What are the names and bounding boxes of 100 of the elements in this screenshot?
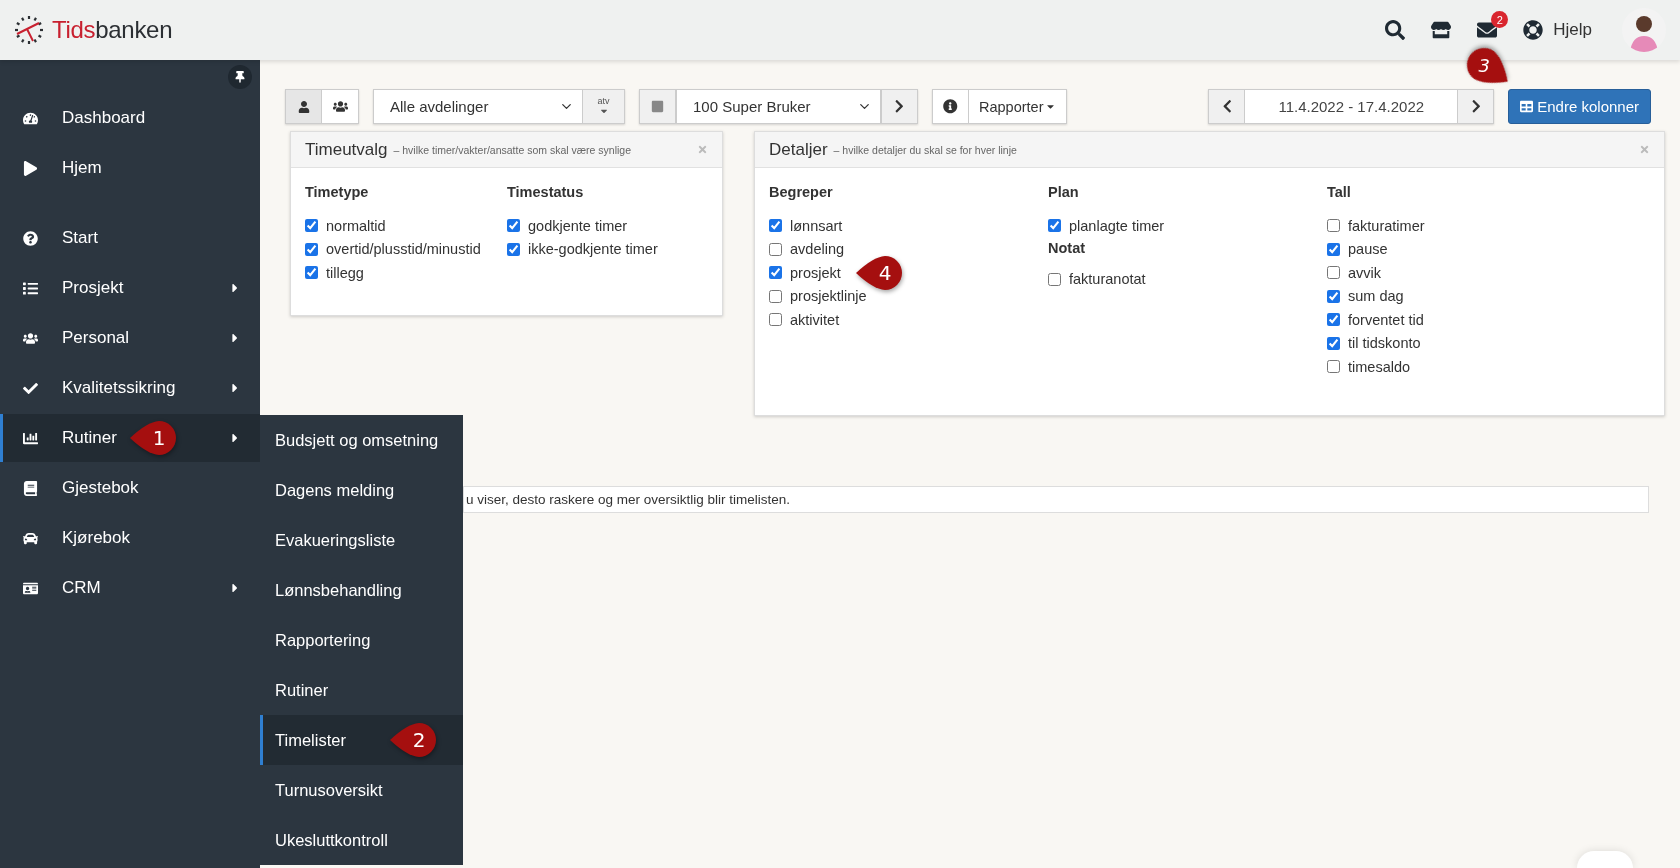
- submenu-item[interactable]: Ukesluttkontroll: [260, 815, 463, 865]
- checkbox-label: lønnsart: [790, 217, 843, 234]
- checkbox[interactable]: [305, 242, 318, 256]
- sidebar-item[interactable]: CRM: [0, 564, 260, 612]
- next-user-button[interactable]: [881, 89, 918, 124]
- lifebuoy-icon: [1523, 20, 1544, 40]
- sidebar-item[interactable]: Hjem: [0, 144, 260, 192]
- sidebar-item[interactable]: Gjestebok: [0, 464, 260, 512]
- clock-logo-icon: [14, 15, 44, 45]
- checkbox-label: ikke-godkjente timer: [528, 241, 658, 258]
- panel-subtitle: – hvilke timer/vakter/ansatte som skal være synlige: [393, 143, 632, 156]
- users-icon: [332, 99, 348, 114]
- sidebar-item[interactable]: Personal: [0, 314, 260, 362]
- checkbox[interactable]: [769, 242, 782, 256]
- sidebar-item[interactable]: Kvalitetssikring: [0, 364, 260, 412]
- id-card-icon: [20, 580, 40, 596]
- sidebar-item[interactable]: Rutiner 1: [0, 414, 260, 462]
- search-icon[interactable]: [1385, 20, 1406, 40]
- checkbox-label: planlagte timer: [1069, 217, 1165, 234]
- submenu-item[interactable]: Rapportering: [260, 615, 463, 665]
- group-heading: Begreper: [769, 184, 834, 200]
- panel-title: Timeutvalg: [305, 139, 388, 160]
- department-dropdown[interactable]: Alle avdelinger: [373, 89, 583, 124]
- checkbox[interactable]: [1327, 266, 1340, 280]
- notification-badge: 2: [1491, 11, 1509, 28]
- submenu-item[interactable]: Evakueringsliste: [260, 515, 463, 565]
- table-icon: [1520, 100, 1534, 113]
- checkbox-label: sum dag: [1348, 288, 1404, 305]
- question-icon: [20, 230, 40, 246]
- submenu-item[interactable]: Lønnsbehandling: [260, 565, 463, 615]
- sidebar-item[interactable]: Start: [0, 214, 260, 262]
- checkbox-label: pause: [1348, 241, 1388, 258]
- panel-subtitle: – hvilke detaljer du skal se for hver linje: [833, 143, 1017, 156]
- group-heading: Timetype: [305, 184, 370, 200]
- group-toggle[interactable]: [322, 89, 359, 124]
- square-button[interactable]: [639, 89, 676, 124]
- checkbox-label: tillegg: [326, 264, 364, 281]
- help-link[interactable]: Hjelp: [1523, 20, 1592, 40]
- checkbox[interactable]: [769, 219, 782, 233]
- user-icon: [297, 100, 310, 113]
- logo-text: Tidsbanken: [52, 16, 173, 44]
- date-range: 11.4.2022 - 17.4.2022: [1245, 89, 1458, 124]
- sidebar-item[interactable]: Prosjekt: [0, 264, 260, 312]
- checkbox-label: prosjekt: [790, 264, 841, 281]
- info-button[interactable]: [932, 89, 969, 124]
- checkbox[interactable]: [1327, 289, 1340, 303]
- users-icon: [20, 330, 40, 346]
- info-text: u viser, desto raskere og mer oversiktlig blir timelisten.: [463, 486, 1649, 513]
- submenu-item[interactable]: Budsjett og omsetning: [260, 415, 463, 465]
- submenu-item[interactable]: Timelister 2: [260, 715, 463, 765]
- checkbox-label: til tidskonto: [1348, 335, 1421, 352]
- checkbox[interactable]: [769, 289, 782, 303]
- sidebar-item[interactable]: Dashboard: [0, 94, 260, 142]
- checkbox[interactable]: [1327, 336, 1340, 350]
- submenu-item[interactable]: Dagens melding: [260, 465, 463, 515]
- checkbox[interactable]: [1327, 242, 1340, 256]
- checkbox-label: aktivitet: [790, 311, 840, 328]
- checkbox-label: fakturanotat: [1069, 271, 1146, 288]
- group-heading: Timestatus: [507, 184, 585, 200]
- pin-icon: [234, 71, 246, 83]
- checkbox-label: fakturatimer: [1348, 217, 1425, 234]
- checkbox-label: avdeling: [790, 241, 844, 258]
- checkbox-label: forventet tid: [1348, 311, 1424, 328]
- checkbox[interactable]: [1327, 313, 1340, 327]
- pin-button[interactable]: [228, 65, 252, 89]
- change-columns-button[interactable]: Endre kolonner: [1508, 89, 1651, 124]
- next-week-button[interactable]: [1457, 89, 1495, 124]
- checkbox[interactable]: [1048, 272, 1061, 286]
- single-user-toggle[interactable]: [285, 89, 322, 124]
- checkbox[interactable]: [507, 219, 520, 233]
- checkbox-label: prosjektlinje: [790, 288, 867, 305]
- reports-dropdown[interactable]: Rapporter: [969, 89, 1068, 124]
- checkbox[interactable]: [305, 219, 318, 233]
- previous-week-button[interactable]: [1208, 89, 1246, 124]
- bar-chart-icon: [20, 430, 40, 446]
- checkbox[interactable]: [1327, 360, 1340, 374]
- dashboard-icon: [20, 110, 40, 126]
- group-heading: Notat: [1048, 239, 1087, 256]
- store-icon[interactable]: [1431, 20, 1452, 40]
- mail-icon[interactable]: [1477, 20, 1498, 40]
- panel-title: Detaljer: [769, 139, 828, 160]
- checkbox-label: godkjente timer: [528, 217, 628, 234]
- checkbox-label: overtid/plusstid/minustid: [326, 241, 481, 258]
- checkbox[interactable]: [507, 242, 520, 256]
- user-dropdown[interactable]: 100 Super Bruker: [676, 89, 881, 124]
- group-heading: Tall: [1327, 184, 1352, 200]
- sidebar-item[interactable]: Kjørebok: [0, 514, 260, 562]
- checkbox-label: avvik: [1348, 264, 1382, 281]
- checkbox[interactable]: [305, 266, 318, 280]
- submenu-item[interactable]: Rutiner: [260, 665, 463, 715]
- checkbox[interactable]: [1327, 219, 1340, 233]
- info-icon: [943, 99, 958, 114]
- car-icon: [20, 530, 40, 546]
- check-icon: [20, 380, 40, 396]
- checkbox[interactable]: [1048, 219, 1061, 233]
- checkbox[interactable]: [769, 266, 782, 280]
- atv-button[interactable]: atv: [583, 89, 625, 124]
- submenu-item[interactable]: Turnusoversikt: [260, 765, 463, 815]
- checkbox[interactable]: [769, 313, 782, 327]
- checkbox-label: normaltid: [326, 217, 386, 234]
